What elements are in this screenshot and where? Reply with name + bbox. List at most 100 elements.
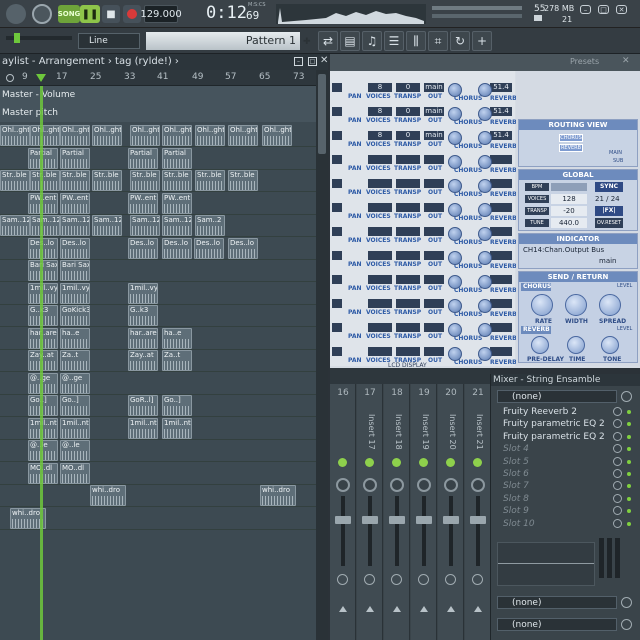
pattern-clip[interactable]: Des..lo xyxy=(162,237,192,259)
pattern-clip[interactable]: Partial xyxy=(128,147,158,169)
transp-value[interactable] xyxy=(396,227,420,236)
add-icon[interactable]: + xyxy=(472,31,492,51)
close-icon[interactable]: ✕ xyxy=(616,5,627,14)
pattern-clip[interactable]: Ohl..ght xyxy=(228,125,258,146)
transp-value[interactable] xyxy=(396,203,420,212)
mixer-fader-track[interactable] xyxy=(599,538,604,578)
mixer-fader-track[interactable] xyxy=(607,538,612,578)
pattern-clip[interactable]: Str..ble xyxy=(195,170,225,191)
slot-mix-knob[interactable] xyxy=(613,456,622,466)
pattern-clip[interactable]: Sam..12 xyxy=(0,215,30,236)
send-knob[interactable] xyxy=(478,275,492,289)
route-arrow-icon[interactable] xyxy=(447,606,455,612)
channel-rack-icon[interactable]: ♫ xyxy=(362,31,382,51)
pan-value[interactable] xyxy=(332,179,342,188)
pattern-clip[interactable]: Str..ble xyxy=(30,170,60,191)
send-knob[interactable] xyxy=(478,203,492,217)
volume-fader-handle[interactable] xyxy=(362,516,378,524)
transp-value[interactable]: 0 xyxy=(396,83,420,92)
lcd-channel-row[interactable]: PAN VOICES TRANSP OUT CHORUS REVERB xyxy=(330,227,517,251)
lcd-channel-row[interactable]: PAN VOICES TRANSP OUT CHORUS REVERB xyxy=(330,203,517,227)
route-knob-icon[interactable] xyxy=(445,574,456,585)
playhead-marker-icon[interactable] xyxy=(36,74,46,82)
playlist-tracks[interactable]: Master - Volume Master pitch Ohl..ght Ohl..… xyxy=(0,86,316,640)
channel-enable-led[interactable] xyxy=(446,458,455,467)
pan-value[interactable] xyxy=(332,323,342,332)
reverb-value[interactable] xyxy=(490,347,512,356)
reverb-value[interactable] xyxy=(490,155,512,164)
mixer-effect-slot[interactable]: Slot 10 xyxy=(495,518,613,530)
transp-value[interactable]: 0 xyxy=(396,131,420,140)
slot-enable-led[interactable] xyxy=(627,509,631,514)
master-volume-knob[interactable] xyxy=(32,4,52,24)
mixer-effect-slot[interactable]: Slot 7 xyxy=(495,480,613,492)
send-knob[interactable] xyxy=(448,299,462,313)
mixer-effect-slot[interactable]: Slot 9 xyxy=(495,505,613,517)
reverb-value[interactable] xyxy=(490,179,512,188)
pan-knob[interactable] xyxy=(363,478,377,492)
pattern-clip[interactable]: ha..e xyxy=(60,327,90,349)
pattern-clip[interactable]: 1mil..vy xyxy=(28,282,58,304)
playlist-close-icon[interactable]: ✕ xyxy=(320,55,328,66)
mixer-channel[interactable]: 18 Insert 18 xyxy=(384,384,410,640)
pan-value[interactable] xyxy=(332,299,342,308)
automation-clip[interactable]: Master - Volume xyxy=(0,86,316,104)
slot-mix-knob[interactable] xyxy=(613,407,622,416)
pattern-clip[interactable]: Sam..2 xyxy=(195,215,225,236)
send-knob[interactable] xyxy=(448,203,462,217)
voices-value[interactable]: 8 xyxy=(368,107,392,116)
pattern-clip[interactable]: @..le xyxy=(28,440,58,461)
pattern-clip[interactable]: Zay..at xyxy=(128,350,158,371)
presets-label[interactable]: Presets xyxy=(570,57,599,66)
bpm-value[interactable] xyxy=(551,183,587,191)
mixer-output-selector[interactable]: (none) xyxy=(497,596,617,609)
transp-value[interactable] xyxy=(396,275,420,284)
chorus-rate-knob[interactable] xyxy=(531,294,553,316)
out-value[interactable]: main xyxy=(424,107,444,116)
pattern-clip[interactable]: Str..ble xyxy=(60,170,90,191)
out-value[interactable] xyxy=(424,227,444,236)
pattern-clip[interactable]: Partial xyxy=(28,147,58,169)
slot-enable-led[interactable] xyxy=(627,422,631,427)
indicator-output[interactable]: main xyxy=(599,257,617,265)
pattern-clip[interactable]: PW..ent xyxy=(28,192,58,214)
out-value[interactable] xyxy=(424,275,444,284)
pattern-clip[interactable]: @..ge xyxy=(60,372,90,394)
mixer-effect-slot[interactable]: Fruity parametric EQ 2 xyxy=(495,431,613,443)
voices-value[interactable] xyxy=(368,203,392,212)
pattern-clip[interactable]: G..k3 xyxy=(128,305,158,326)
mixer-sidechain-selector[interactable]: (none) xyxy=(497,618,617,631)
channel-enable-led[interactable] xyxy=(365,458,374,467)
pattern-clip[interactable]: Ohl..ght xyxy=(130,125,160,146)
volume-fader-track[interactable] xyxy=(422,496,426,566)
voices-value[interactable] xyxy=(368,275,392,284)
slot-enable-led[interactable] xyxy=(627,459,631,464)
pattern-clip[interactable]: har..are xyxy=(128,327,158,349)
pattern-clip[interactable]: Str..ble xyxy=(92,170,122,191)
pan-knob[interactable] xyxy=(444,478,458,492)
slot-enable-led[interactable] xyxy=(627,496,631,501)
volume-fader-track[interactable] xyxy=(368,496,372,566)
send-knob[interactable] xyxy=(478,251,492,265)
piano-roll-icon[interactable]: ▤ xyxy=(340,31,360,51)
pattern-clip[interactable]: Ohl..ght xyxy=(262,125,292,146)
send-knob[interactable] xyxy=(448,227,462,241)
automation-clip[interactable]: Master pitch xyxy=(0,104,316,122)
send-knob[interactable] xyxy=(448,347,462,361)
pan-value[interactable] xyxy=(332,251,342,260)
lcd-channel-row[interactable]: PAN 8 VOICES 0 TRANSP main OUT CHORUS 51.4 REVERB xyxy=(330,131,517,155)
eq-graph[interactable] xyxy=(497,542,595,586)
routing-chorus[interactable]: CHORUS xyxy=(559,134,583,142)
reset-button[interactable]: OV.RESET xyxy=(595,218,623,228)
mixer-effect-slot[interactable]: Fruity Reeverb 2 xyxy=(495,406,613,418)
pan-value[interactable] xyxy=(332,227,342,236)
voices-value[interactable] xyxy=(368,323,392,332)
send-knob[interactable] xyxy=(448,251,462,265)
reverb-value[interactable]: 51.4 xyxy=(490,107,512,116)
mixer-channel[interactable]: 20 Insert 20 xyxy=(438,384,464,640)
lcd-channel-row[interactable]: PAN VOICES TRANSP OUT CHORUS REVERB xyxy=(330,323,517,347)
browser-icon[interactable]: ☰ xyxy=(384,31,404,51)
pan-value[interactable] xyxy=(332,107,342,116)
send-knob[interactable] xyxy=(448,155,462,169)
voices-value[interactable] xyxy=(368,227,392,236)
